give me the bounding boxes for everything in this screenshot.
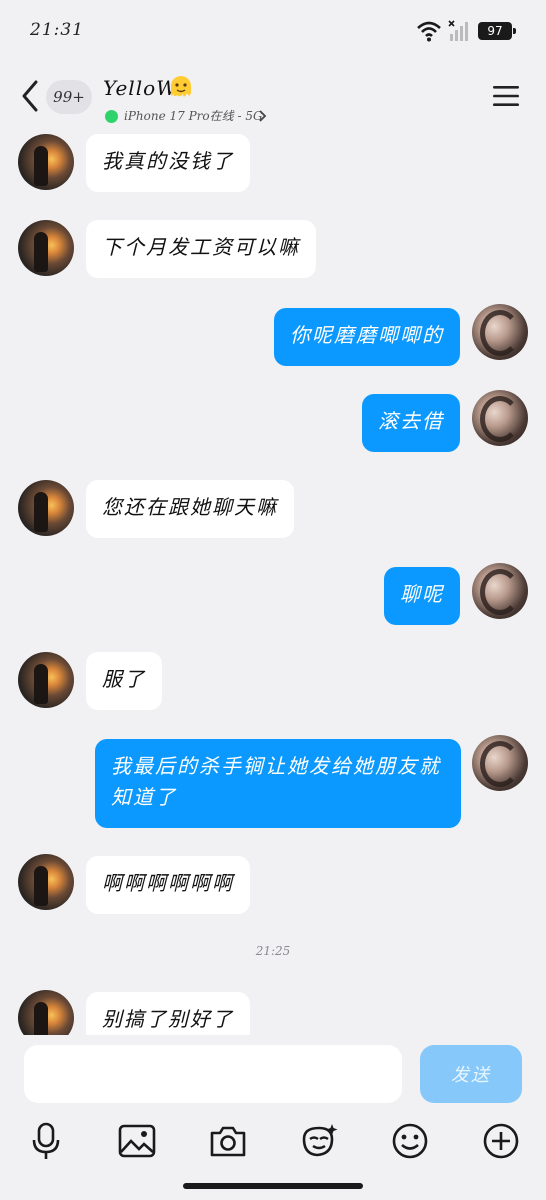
- friend-avatar[interactable]: [18, 480, 74, 536]
- message-bubble-outgoing[interactable]: 滚去借: [362, 394, 460, 452]
- message-bubble-incoming[interactable]: 下个月发工资可以嘛: [86, 220, 316, 278]
- image-icon[interactable]: [117, 1121, 157, 1161]
- time-divider: 21:25: [255, 944, 291, 958]
- self-avatar[interactable]: [472, 563, 528, 619]
- message-bubble-incoming[interactable]: 我真的没钱了: [86, 134, 250, 192]
- composer-toolbar: [0, 1121, 546, 1161]
- status-time: 21:31: [30, 20, 84, 40]
- microphone-icon[interactable]: [26, 1121, 66, 1161]
- status-bar: 21:31 97: [0, 0, 546, 62]
- friend-avatar[interactable]: [18, 134, 74, 190]
- self-avatar[interactable]: [472, 735, 528, 791]
- melting-face-emoji-icon: [171, 76, 191, 97]
- unread-count-badge[interactable]: 99+: [46, 80, 92, 114]
- camera-icon[interactable]: [208, 1121, 248, 1161]
- message-bubble-incoming[interactable]: 别搞了别好了: [86, 992, 250, 1035]
- message-bubble-incoming[interactable]: 啊啊啊啊啊啊: [86, 856, 250, 914]
- contact-name[interactable]: YelloW: [103, 76, 178, 100]
- home-indicator[interactable]: [183, 1183, 363, 1189]
- wifi-icon: [417, 21, 441, 42]
- message-input[interactable]: [24, 1045, 402, 1103]
- device-status[interactable]: iPhone 17 Pro在线 - 5G: [124, 107, 263, 124]
- message-list[interactable]: 我真的没钱了 下个月发工资可以嘛 你呢磨磨唧唧的 滚去借 您还在跟她聊天嘛 聊呢…: [0, 132, 546, 1035]
- message-bubble-outgoing[interactable]: 聊呢: [384, 567, 460, 625]
- friend-avatar[interactable]: [18, 854, 74, 910]
- message-bubble-outgoing[interactable]: 你呢磨磨唧唧的: [274, 308, 460, 366]
- message-bubble-incoming[interactable]: 您还在跟她聊天嘛: [86, 480, 294, 538]
- sticker-icon[interactable]: [299, 1121, 339, 1161]
- self-avatar[interactable]: [472, 390, 528, 446]
- send-button[interactable]: 发送: [420, 1045, 522, 1103]
- self-avatar[interactable]: [472, 304, 528, 360]
- emoji-icon[interactable]: [390, 1121, 430, 1161]
- message-bubble-incoming[interactable]: 服了: [86, 652, 162, 710]
- friend-avatar[interactable]: [18, 220, 74, 276]
- friend-avatar[interactable]: [18, 652, 74, 708]
- message-bubble-outgoing[interactable]: 我最后的杀手锏让她发给她朋友就知道了: [95, 739, 461, 828]
- menu-icon[interactable]: [492, 84, 520, 108]
- signal-icon: [448, 20, 468, 41]
- back-button[interactable]: [14, 76, 48, 116]
- online-status-dot: [105, 110, 118, 123]
- chat-header: 99+ YelloW iPhone 17 Pro在线 - 5G: [0, 62, 546, 132]
- friend-avatar[interactable]: [18, 990, 74, 1035]
- add-icon[interactable]: [481, 1121, 521, 1161]
- chevron-right-icon[interactable]: [258, 109, 268, 123]
- battery-icon: 97: [478, 22, 516, 40]
- composer: 发送: [0, 1035, 546, 1200]
